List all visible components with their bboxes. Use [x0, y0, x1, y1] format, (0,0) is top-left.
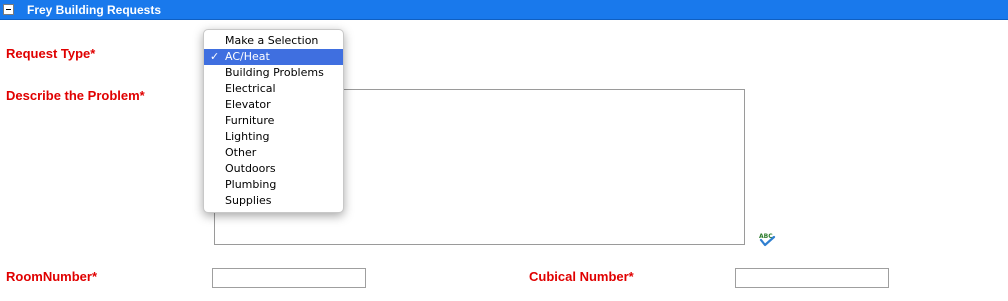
option-label: Outdoors	[225, 162, 276, 175]
option-elevator[interactable]: Elevator	[204, 97, 343, 113]
room-number-label: RoomNumber*	[6, 269, 98, 284]
option-ac-heat[interactable]: ✓ AC/Heat	[204, 49, 343, 65]
option-plumbing[interactable]: Plumbing	[204, 177, 343, 193]
option-label: Building Problems	[225, 66, 324, 79]
option-outdoors[interactable]: Outdoors	[204, 161, 343, 177]
option-label: Electrical	[225, 82, 276, 95]
option-label: AC/Heat	[225, 50, 270, 63]
request-type-dropdown-list[interactable]: Make a Selection ✓ AC/Heat Building Probl…	[203, 29, 344, 213]
spellcheck-icon[interactable]: ABC	[758, 232, 776, 247]
option-supplies[interactable]: Supplies	[204, 193, 343, 209]
option-label: Furniture	[225, 114, 275, 127]
option-label: Supplies	[225, 194, 272, 207]
option-label: Make a Selection	[225, 34, 319, 47]
section-title: Frey Building Requests	[27, 3, 162, 17]
checkmark-icon: ✓	[210, 50, 220, 63]
room-number-input[interactable]	[212, 268, 366, 288]
option-make-a-selection[interactable]: Make a Selection	[204, 33, 343, 49]
collapse-minus-icon[interactable]	[3, 4, 14, 15]
option-other[interactable]: Other	[204, 145, 343, 161]
option-building-problems[interactable]: Building Problems	[204, 65, 343, 81]
option-label: Other	[225, 146, 257, 159]
option-furniture[interactable]: Furniture	[204, 113, 343, 129]
option-lighting[interactable]: Lighting	[204, 129, 343, 145]
option-electrical[interactable]: Electrical	[204, 81, 343, 97]
describe-problem-label: Describe the Problem*	[6, 88, 145, 103]
option-label: Plumbing	[225, 178, 277, 191]
option-label: Elevator	[225, 98, 271, 111]
request-type-label: Request Type*	[6, 46, 96, 61]
option-label: Lighting	[225, 130, 270, 143]
cubical-number-label: Cubical Number*	[529, 269, 634, 284]
cubical-number-input[interactable]	[735, 268, 889, 288]
section-header[interactable]: Frey Building Requests	[0, 0, 1008, 20]
